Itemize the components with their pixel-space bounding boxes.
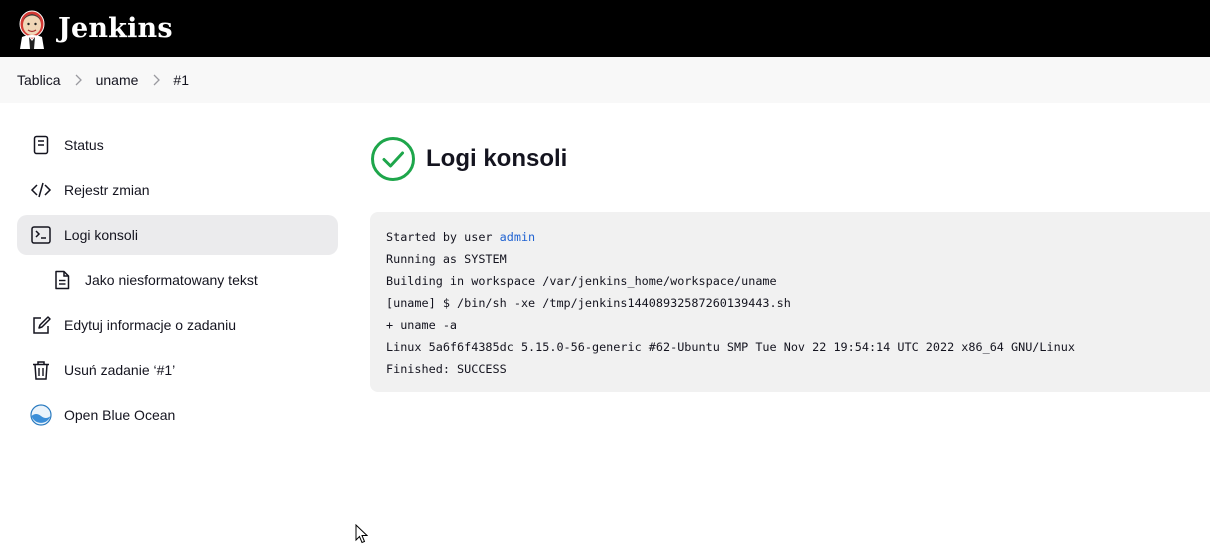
sidebar-item-open-blue-ocean[interactable]: Open Blue Ocean xyxy=(17,395,338,435)
page-title: Logi konsoli xyxy=(426,145,568,172)
top-header: Jenkins xyxy=(0,0,1210,57)
home-link[interactable]: Jenkins xyxy=(16,9,173,49)
console-line: + uname -a xyxy=(386,318,458,332)
sidebar-item-label: Rejestr zmian xyxy=(64,182,150,198)
console-line: Running as SYSTEM xyxy=(386,252,507,266)
page-header: Logi konsoli xyxy=(370,135,1210,183)
chevron-right-icon xyxy=(138,74,173,86)
sidebar-item-label: Status xyxy=(64,137,104,153)
sidebar-item-status[interactable]: Status xyxy=(17,125,338,165)
success-check-icon xyxy=(371,137,415,181)
sidebar-item-label: Open Blue Ocean xyxy=(64,407,176,423)
user-link[interactable]: admin xyxy=(500,230,536,244)
brand-name: Jenkins xyxy=(58,13,173,44)
main-content: Logi konsoli xyxy=(370,135,1210,183)
mouse-pointer-icon xyxy=(355,524,368,544)
file-text-icon xyxy=(51,269,73,291)
breadcrumb-item-build[interactable]: #1 xyxy=(173,72,189,88)
sidebar: Status Rejestr zmian Logi konsoli Jako n… xyxy=(17,125,338,440)
console-line: Finished: SUCCESS xyxy=(386,362,507,376)
sidebar-item-label: Usuń zadanie ‘#1’ xyxy=(64,362,176,378)
sidebar-item-changes[interactable]: Rejestr zmian xyxy=(17,170,338,210)
jenkins-butler-logo-icon xyxy=(19,10,45,49)
code-icon xyxy=(30,179,52,201)
terminal-icon xyxy=(30,224,52,246)
sidebar-item-label: Edytuj informacje o zadaniu xyxy=(64,317,236,333)
console-line: Started by user admin xyxy=(386,226,1204,248)
document-icon xyxy=(30,134,52,156)
edit-icon xyxy=(30,314,52,336)
console-line: [uname] $ /bin/sh -xe /tmp/jenkins144089… xyxy=(386,296,791,310)
sidebar-item-edit-build-info[interactable]: Edytuj informacje o zadaniu xyxy=(17,305,338,345)
sidebar-item-console-output[interactable]: Logi konsoli xyxy=(17,215,338,255)
breadcrumb-item-job[interactable]: uname xyxy=(96,72,139,88)
trash-icon xyxy=(30,359,52,381)
blue-ocean-icon xyxy=(30,404,52,426)
sidebar-item-label: Logi konsoli xyxy=(64,227,138,243)
console-line: Linux 5a6f6f4385dc 5.15.0-56-generic #62… xyxy=(386,340,1075,354)
sidebar-item-plain-text[interactable]: Jako niesformatowany tekst xyxy=(17,260,338,300)
breadcrumb: Tablica uname #1 xyxy=(0,57,1210,103)
sidebar-item-label: Jako niesformatowany tekst xyxy=(85,272,258,288)
sidebar-item-delete-build[interactable]: Usuń zadanie ‘#1’ xyxy=(17,350,338,390)
chevron-right-icon xyxy=(61,74,96,86)
console-line: Building in workspace /var/jenkins_home/… xyxy=(386,274,777,288)
breadcrumb-item-dashboard[interactable]: Tablica xyxy=(17,72,61,88)
console-text: Started by user xyxy=(386,230,500,244)
console-output: Started by user admin Running as SYSTEM … xyxy=(370,212,1210,392)
